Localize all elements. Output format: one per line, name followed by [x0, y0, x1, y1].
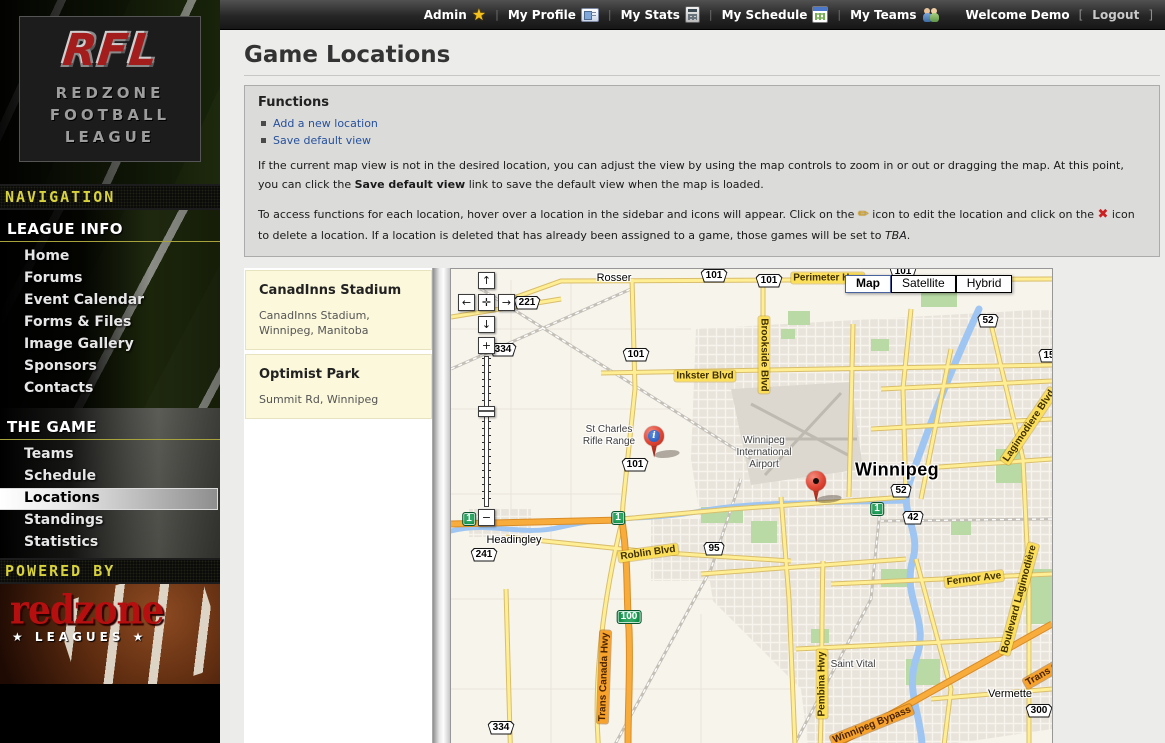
- sidebar-item-forms-files[interactable]: Forms & Files: [0, 312, 220, 334]
- sidebar-item-locations[interactable]: Locations: [0, 488, 218, 510]
- add-location-link[interactable]: Add a new location: [273, 117, 378, 130]
- game-locations-page: RFL REDZONE FOOTBALL LEAGUE NAVIGATION L…: [0, 0, 1165, 743]
- sidebar-item-contacts[interactable]: Contacts: [0, 378, 220, 400]
- dot-icon: [813, 478, 819, 484]
- map-canvas: [451, 269, 1052, 743]
- top-bar: Admin ★ | My Profile | My Stats | My Sch…: [220, 0, 1165, 30]
- sidebar: RFL REDZONE FOOTBALL LEAGUE NAVIGATION L…: [0, 0, 220, 743]
- navigation-led-header: NAVIGATION: [0, 184, 220, 210]
- topbar-admin[interactable]: Admin ★: [424, 8, 486, 22]
- topbar-my-stats[interactable]: My Stats: [621, 6, 700, 23]
- delete-x-icon: ✖: [1097, 207, 1108, 222]
- bullet-icon: [261, 121, 266, 126]
- sidebar-section-league-info: LEAGUE INFO Home Forums Event Calendar F…: [0, 210, 220, 408]
- location-card-optimist[interactable]: Optimist Park Summit Rd, Winnipeg: [245, 354, 432, 419]
- sidebar-item-standings[interactable]: Standings: [0, 510, 220, 532]
- content: Game Locations Functions Add a new locat…: [220, 38, 1165, 743]
- sidebar-item-forums[interactable]: Forums: [0, 268, 220, 290]
- location-address: CanadInns Stadium, Winnipeg, Manitoba: [259, 308, 423, 340]
- powered-by-led-header: POWERED BY: [0, 558, 220, 584]
- locations-scrollbar[interactable]: [432, 268, 450, 743]
- topbar-my-profile[interactable]: My Profile: [508, 8, 599, 22]
- zoom-in-button[interactable]: +: [478, 337, 495, 354]
- logout-link[interactable]: Logout: [1092, 8, 1139, 22]
- location-name: Optimist Park: [259, 367, 423, 382]
- pan-left-button[interactable]: ←: [458, 294, 475, 311]
- location-name: CanadInns Stadium: [259, 283, 423, 298]
- map[interactable]: 1011011011011012213343345215524295241300…: [450, 268, 1053, 743]
- people-icon: [922, 8, 941, 22]
- zoom-out-button[interactable]: −: [478, 509, 495, 526]
- league-logo-acronym: RFL: [60, 29, 160, 73]
- save-default-view-link[interactable]: Save default view: [273, 134, 371, 147]
- map-type-map-button[interactable]: Map: [845, 275, 891, 293]
- main-area: Admin ★ | My Profile | My Stats | My Sch…: [220, 0, 1165, 743]
- section-title-the-game: THE GAME: [0, 416, 220, 440]
- map-type-hybrid-button[interactable]: Hybrid: [956, 275, 1013, 293]
- functions-header: Functions: [258, 95, 1146, 110]
- calendar-icon: [812, 6, 828, 23]
- location-address: Summit Rd, Winnipeg: [259, 392, 423, 408]
- sidebar-item-schedule[interactable]: Schedule: [0, 466, 220, 488]
- locations-list-panel: CanadInns Stadium CanadInns Stadium, Win…: [244, 268, 450, 743]
- sidebar-logo-area: RFL REDZONE FOOTBALL LEAGUE: [0, 0, 220, 184]
- map-type-satellite-button[interactable]: Satellite: [891, 275, 956, 293]
- edit-pencil-icon: ✏: [858, 207, 869, 222]
- sidebar-section-the-game: THE GAME Teams Schedule Locations Standi…: [0, 408, 220, 558]
- functions-box: Functions Add a new location Save defaul…: [244, 85, 1160, 257]
- sidebar-item-image-gallery[interactable]: Image Gallery: [0, 334, 220, 356]
- calculator-icon: [685, 6, 700, 23]
- league-logo[interactable]: RFL REDZONE FOOTBALL LEAGUE: [19, 16, 201, 162]
- topbar-my-teams[interactable]: My Teams: [850, 8, 940, 22]
- bullet-icon: [261, 138, 266, 143]
- zoom-slider-handle[interactable]: [478, 406, 495, 417]
- help-paragraph-1: If the current map view is not in the de…: [258, 156, 1146, 195]
- sidebar-item-event-calendar[interactable]: Event Calendar: [0, 290, 220, 312]
- list-item: Save default view: [261, 134, 1146, 147]
- redzone-leagues-logo[interactable]: redzone ★ LEAGUES ★: [0, 584, 220, 684]
- location-card-canadinns[interactable]: CanadInns Stadium CanadInns Stadium, Win…: [245, 270, 432, 351]
- welcome-text: Welcome Demo: [966, 8, 1070, 22]
- info-icon: i: [648, 430, 660, 442]
- sidebar-item-sponsors[interactable]: Sponsors: [0, 356, 220, 378]
- topbar-my-schedule[interactable]: My Schedule: [722, 6, 829, 23]
- page-title: Game Locations: [244, 38, 1160, 76]
- sidebar-item-statistics[interactable]: Statistics: [0, 532, 220, 554]
- section-title-league-info: LEAGUE INFO: [0, 218, 220, 242]
- sidebar-item-home[interactable]: Home: [0, 246, 220, 268]
- id-card-icon: [581, 8, 599, 22]
- locations-workarea: CanadInns Stadium CanadInns Stadium, Win…: [244, 268, 1160, 743]
- sidebar-item-teams[interactable]: Teams: [0, 444, 220, 466]
- help-paragraph-2: To access functions for each location, h…: [258, 204, 1146, 246]
- pan-center-button[interactable]: ✛: [478, 294, 495, 311]
- pan-down-button[interactable]: ↓: [478, 316, 495, 333]
- map-type-switcher: Map Satellite Hybrid: [845, 275, 1012, 293]
- zoom-slider[interactable]: [478, 356, 495, 507]
- league-logo-text: REDZONE FOOTBALL LEAGUE: [50, 83, 170, 148]
- list-item: Add a new location: [261, 117, 1146, 130]
- star-icon: ★: [472, 9, 486, 21]
- pan-right-button[interactable]: →: [498, 294, 515, 311]
- pan-up-button[interactable]: ↑: [478, 272, 495, 289]
